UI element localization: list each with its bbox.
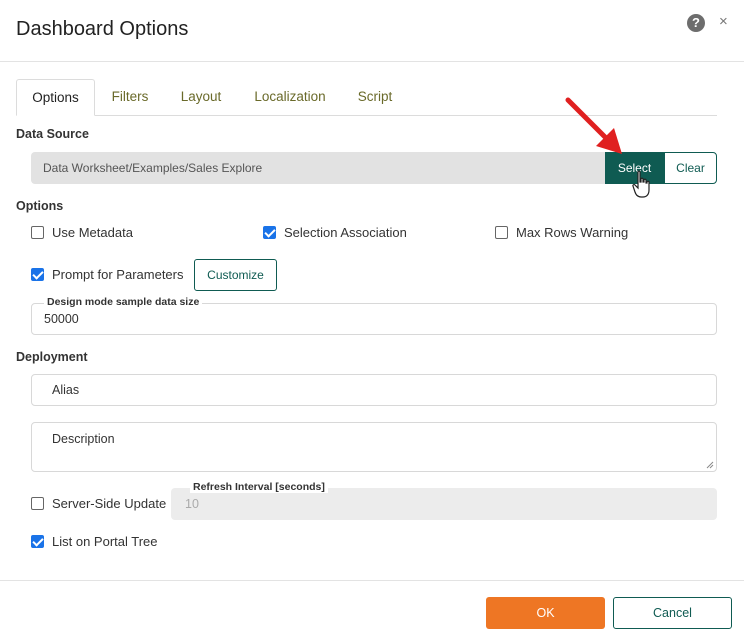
checkbox-box-checked[interactable] [263, 226, 276, 239]
tab-script[interactable]: Script [346, 79, 404, 116]
dialog-title: Dashboard Options [16, 18, 189, 40]
description-textarea[interactable]: Description [31, 422, 717, 472]
cancel-button[interactable]: Cancel [613, 597, 732, 629]
description-placeholder: Description [52, 432, 115, 446]
tab-localization[interactable]: Localization [244, 79, 336, 116]
refresh-interval-label: Refresh Interval [seconds] [190, 481, 328, 493]
checkbox-box[interactable] [31, 226, 44, 239]
customize-button[interactable]: Customize [194, 259, 277, 291]
list-on-portal-tree-label: List on Portal Tree [52, 534, 158, 549]
resize-grip-icon[interactable] [706, 461, 714, 469]
hand-pointer-icon [632, 170, 650, 198]
list-on-portal-tree-checkbox[interactable]: List on Portal Tree [31, 534, 158, 549]
selection-association-label: Selection Association [284, 225, 407, 240]
deployment-section-label: Deployment [16, 350, 88, 364]
red-arrow-icon [565, 97, 622, 154]
selection-association-checkbox[interactable]: Selection Association [263, 225, 407, 240]
checkbox-box-checked[interactable] [31, 535, 44, 548]
checkbox-box-checked[interactable] [31, 268, 44, 281]
options-section-label: Options [16, 199, 64, 213]
sample-size-label: Design mode sample data size [44, 296, 203, 308]
sample-size-value[interactable]: 50000 [44, 312, 79, 326]
tab-filters[interactable]: Filters [99, 79, 161, 116]
max-rows-warning-label: Max Rows Warning [516, 225, 629, 240]
tab-layout[interactable]: Layout [170, 79, 232, 116]
clear-button[interactable]: Clear [664, 152, 717, 184]
checkbox-box[interactable] [31, 497, 44, 510]
ok-button[interactable]: OK [486, 597, 605, 629]
refresh-interval-value: 10 [185, 497, 199, 511]
help-icon[interactable]: ? [687, 14, 705, 32]
dialog-header: Dashboard Options ? × [0, 0, 744, 62]
dashboard-options-dialog: Dashboard Options ? × Options Filters La… [0, 0, 744, 636]
data-source-field[interactable]: Data Worksheet/Examples/Sales Explore [31, 152, 605, 184]
server-side-update-label: Server-Side Update [52, 496, 167, 511]
data-source-label: Data Source [16, 127, 89, 141]
use-metadata-label: Use Metadata [52, 225, 133, 240]
close-icon[interactable]: × [719, 13, 728, 30]
tab-options[interactable]: Options [16, 79, 95, 116]
alias-input[interactable]: Alias [31, 374, 717, 406]
alias-placeholder: Alias [52, 383, 80, 397]
use-metadata-checkbox[interactable]: Use Metadata [31, 225, 133, 240]
prompt-for-parameters-label: Prompt for Parameters [52, 267, 184, 282]
checkbox-box[interactable] [495, 226, 508, 239]
prompt-for-parameters-checkbox[interactable]: Prompt for Parameters [31, 267, 184, 282]
max-rows-warning-checkbox[interactable]: Max Rows Warning [495, 225, 628, 240]
server-side-update-checkbox[interactable]: Server-Side Update [31, 496, 166, 511]
